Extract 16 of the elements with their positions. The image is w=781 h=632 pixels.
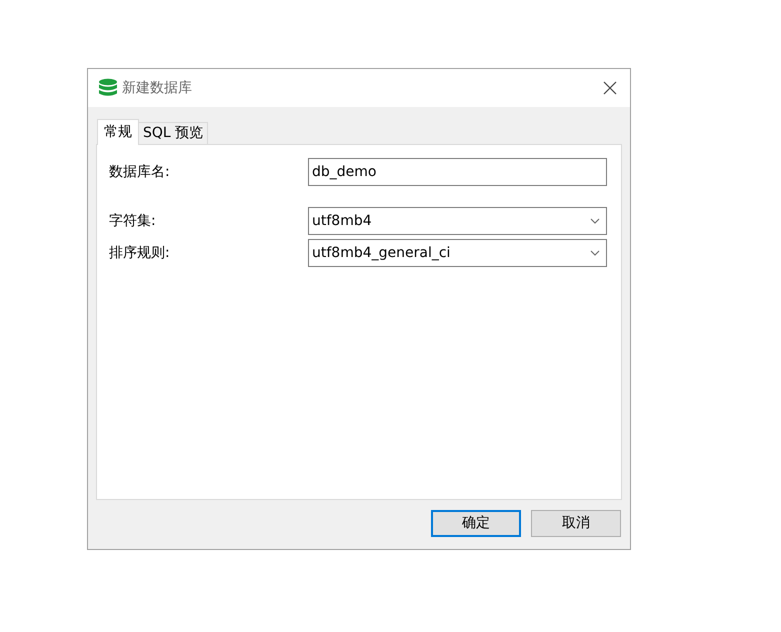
dialog-button[interactable]: 取消 (531, 510, 621, 537)
database-icon (98, 78, 118, 98)
field-label: 字符集: (109, 212, 157, 230)
tab[interactable]: 常规 (97, 119, 139, 145)
close-icon (603, 81, 617, 95)
chevron-down-icon (590, 250, 600, 256)
dropdown-field[interactable]: utf8mb4_general_ci (308, 239, 607, 267)
field-label: 排序规则: (109, 244, 171, 262)
field-label: 数据库名: (109, 162, 171, 182)
close-button[interactable] (602, 80, 618, 96)
dropdown-field[interactable]: utf8mb4 (308, 207, 607, 235)
chevron-down-icon (590, 218, 600, 224)
tab[interactable]: SQL 预览 (139, 122, 208, 144)
window-title: 新建数据库 (122, 78, 193, 98)
input-field[interactable]: db_demo (308, 158, 607, 186)
dialog-button[interactable]: 确定 (431, 510, 521, 537)
